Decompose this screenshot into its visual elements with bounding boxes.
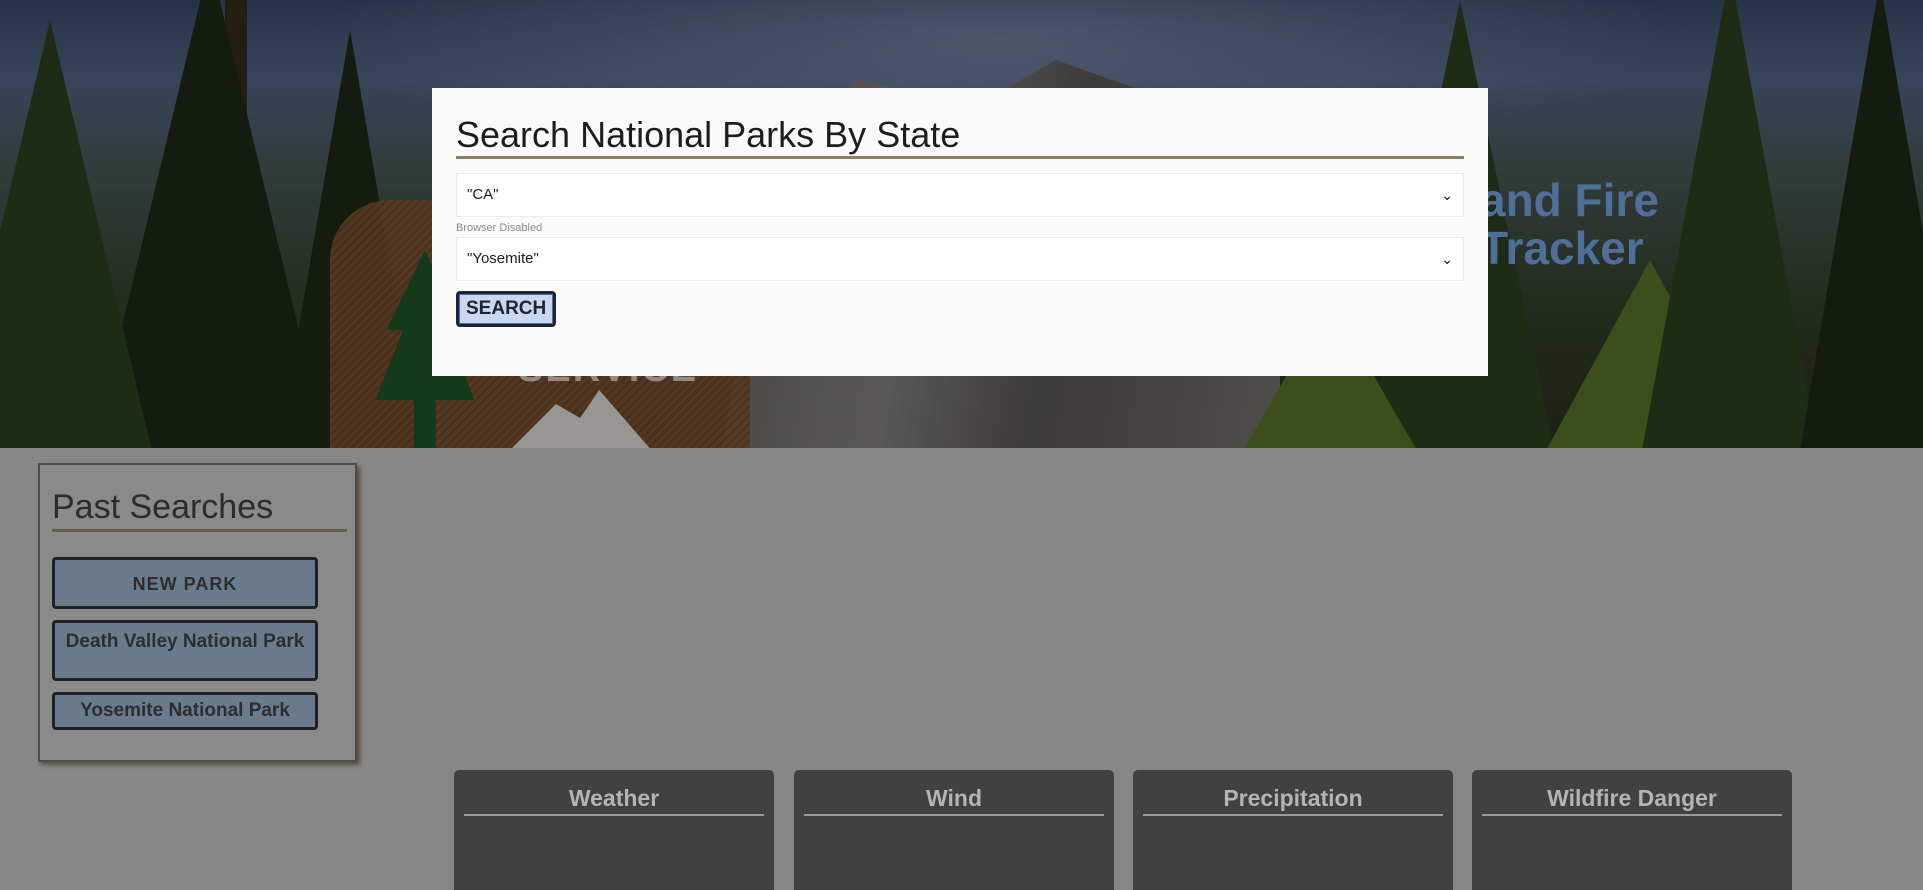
weather-card-title: Weather <box>464 784 764 816</box>
precipitation-card-title: Precipitation <box>1143 784 1443 816</box>
park-select[interactable]: "Yosemite" ⌄ <box>456 237 1464 281</box>
past-searches-panel: Past Searches NEW PARK Death Valley Nati… <box>38 463 357 762</box>
chevron-down-icon: ⌄ <box>1441 251 1453 267</box>
app-title: and Fire Tracker <box>1480 174 1659 274</box>
search-modal: Search National Parks By State "CA" ⌄ Br… <box>432 88 1488 376</box>
past-search-yosemite-button[interactable]: Yosemite National Park <box>52 692 318 730</box>
past-searches-heading: Past Searches <box>52 485 347 532</box>
search-button[interactable]: SEARCH <box>456 291 557 327</box>
wildfire-danger-card: Wildfire Danger <box>1472 770 1792 890</box>
new-park-button[interactable]: NEW PARK <box>52 557 318 609</box>
search-heading: Search National Parks By State <box>456 112 1464 159</box>
precipitation-card: Precipitation <box>1133 770 1453 890</box>
chevron-down-icon: ⌄ <box>1441 187 1453 203</box>
weather-card: Weather <box>454 770 774 890</box>
state-select-value: "CA" <box>467 186 499 203</box>
wind-card: Wind <box>794 770 1114 890</box>
state-select[interactable]: "CA" ⌄ <box>456 173 1464 217</box>
park-select-hint: Browser Disabled <box>456 222 543 234</box>
wind-card-title: Wind <box>804 784 1104 816</box>
past-search-death-valley-button[interactable]: Death Valley National Park <box>52 620 318 681</box>
wildfire-danger-card-title: Wildfire Danger <box>1482 784 1782 816</box>
park-select-value: "Yosemite" <box>467 250 539 267</box>
